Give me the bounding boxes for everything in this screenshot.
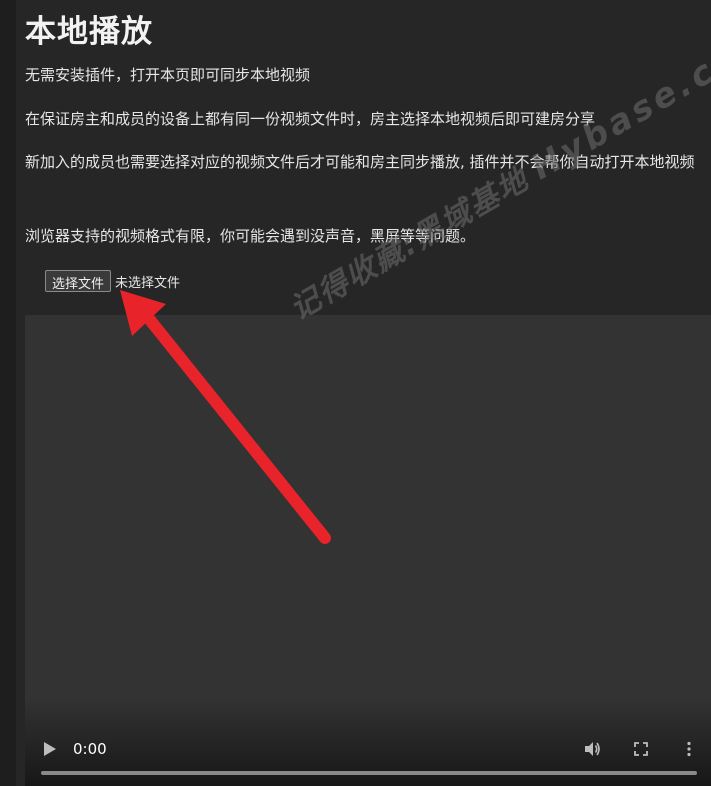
video-progress-bar[interactable] <box>41 771 697 775</box>
volume-icon[interactable] <box>583 740 601 758</box>
intro-paragraph-1: 无需安装插件，打开本页即可同步本地视频 <box>25 66 311 84</box>
intro-paragraph-2: 在保证房主和成员的设备上都有同一份视频文件时，房主选择本地视频后即可建房分享 <box>25 110 596 128</box>
page: 本地播放 无需安装插件，打开本页即可同步本地视频 在保证房主和成员的设备上都有同… <box>0 0 711 786</box>
fullscreen-icon[interactable] <box>632 740 650 758</box>
file-picker: 选择文件 未选择文件 <box>45 270 180 292</box>
page-title: 本地播放 <box>25 14 153 50</box>
video-controls-bar: 0:00 <box>25 736 711 762</box>
play-icon[interactable] <box>43 741 57 757</box>
intro-paragraph-3: 新加入的成员也需要选择对应的视频文件后才可能和房主同步播放, 插件并不会帮你自动… <box>25 153 695 171</box>
file-status-text: 未选择文件 <box>115 275 181 291</box>
time-display: 0:00 <box>73 740 107 758</box>
video-player[interactable]: 0:00 <box>25 315 711 786</box>
left-edge-strip <box>0 0 16 786</box>
intro-paragraph-4: 浏览器支持的视频格式有限，你可能会遇到没声音，黑屏等等问题。 <box>25 227 476 245</box>
more-options-icon[interactable] <box>680 740 698 758</box>
choose-file-button[interactable]: 选择文件 <box>45 270 112 292</box>
